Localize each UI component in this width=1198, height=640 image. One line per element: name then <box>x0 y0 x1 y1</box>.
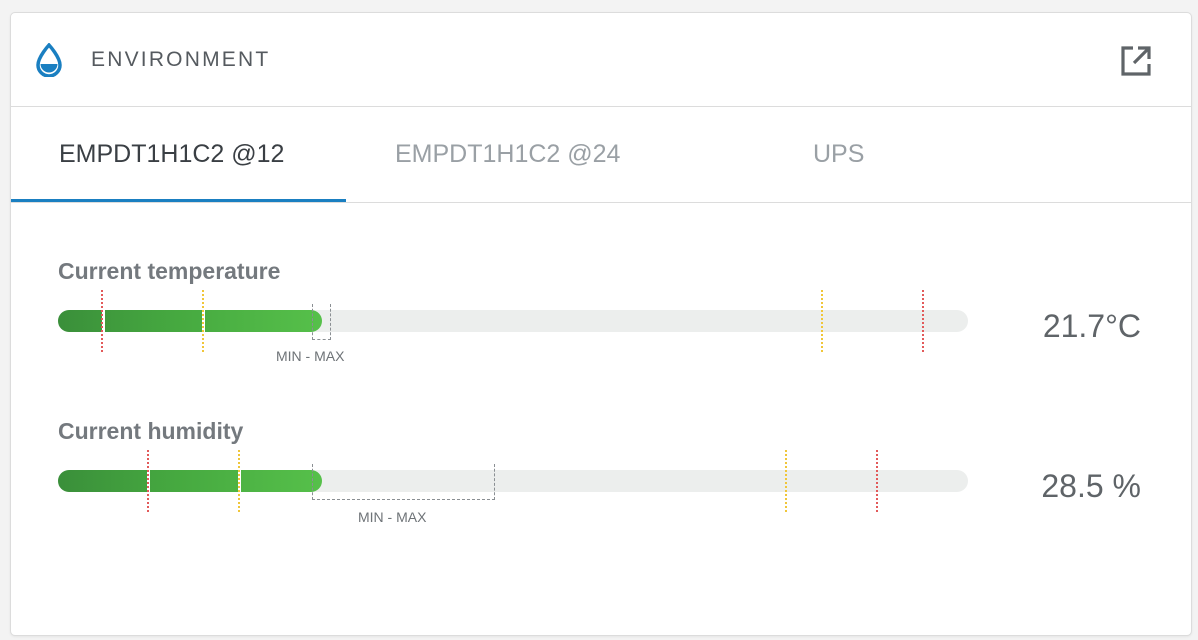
temperature-yellow-threshold-high <box>821 290 823 352</box>
active-tab-indicator <box>11 199 346 202</box>
humidity-bar: MIN - MAX <box>58 450 968 525</box>
water-drop-icon <box>36 43 62 77</box>
temperature-minmax-label: MIN - MAX <box>276 348 345 364</box>
panel-title: ENVIRONMENT <box>91 48 271 71</box>
humidity-label: Current humidity <box>58 418 244 444</box>
temperature-minmax-range <box>312 304 331 340</box>
open-external-icon[interactable] <box>1119 44 1153 78</box>
device-tabs: EMPDT1H1C2 @12 EMPDT1H1C2 @24 UPS <box>11 107 1191 203</box>
humidity-minmax-range <box>312 464 495 500</box>
temperature-red-threshold-low <box>101 290 103 352</box>
tab-ups[interactable]: UPS <box>813 107 864 202</box>
humidity-bar-fill <box>58 470 322 492</box>
panel-header: ENVIRONMENT <box>11 13 1191 107</box>
humidity-red-threshold-low <box>147 450 149 512</box>
humidity-yellow-threshold-low <box>238 450 240 512</box>
humidity-red-threshold-high <box>876 450 878 512</box>
temperature-bar-fill <box>58 310 322 332</box>
humidity-value: 28.5 % <box>1041 468 1141 504</box>
temperature-red-threshold-high <box>922 290 924 352</box>
tab-empdt1h1c2-24[interactable]: EMPDT1H1C2 @24 <box>395 107 620 202</box>
environment-panel: ENVIRONMENT EMPDT1H1C2 @12 EMPDT1H1C2 @2… <box>10 12 1192 636</box>
temperature-yellow-threshold-low <box>202 290 204 352</box>
temperature-bar: MIN - MAX <box>58 290 968 364</box>
humidity-minmax-label: MIN - MAX <box>358 509 427 525</box>
tab-empdt1h1c2-12[interactable]: EMPDT1H1C2 @12 <box>59 107 284 202</box>
humidity-yellow-threshold-high <box>785 450 787 512</box>
temperature-value: 21.7°C <box>1042 308 1141 344</box>
temperature-label: Current temperature <box>58 258 281 284</box>
